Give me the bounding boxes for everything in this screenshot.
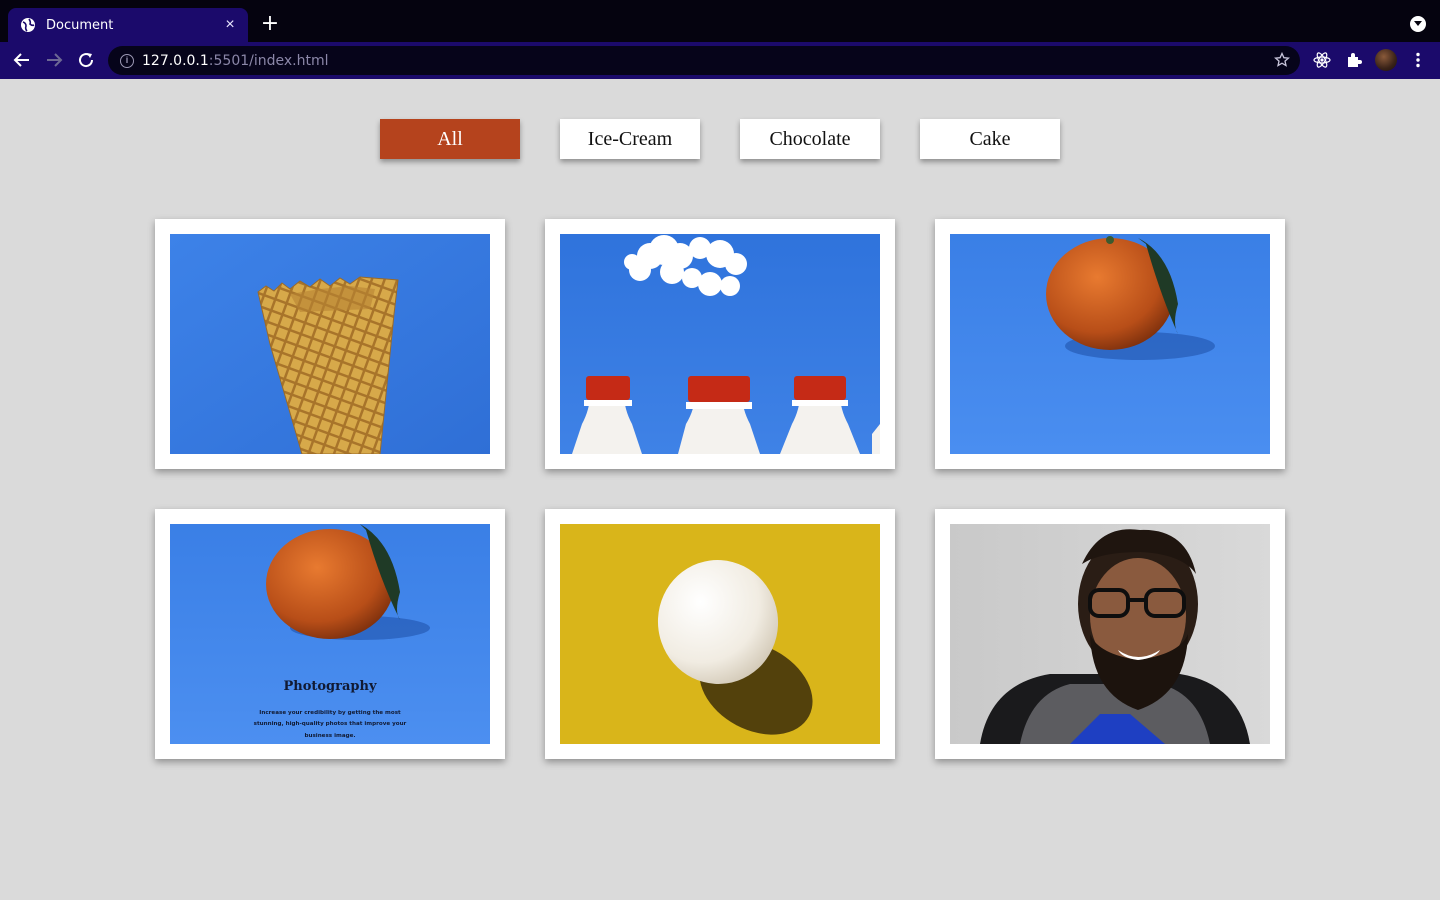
filter-chocolate-button[interactable]: Chocolate <box>740 119 880 159</box>
avatar[interactable] <box>1375 49 1397 71</box>
tab-search-icon[interactable] <box>1410 16 1426 32</box>
address-bar[interactable]: i 127.0.0.1:5501/index.html <box>108 46 1300 75</box>
globe-icon <box>20 17 36 33</box>
gallery-grid: Photography Increase your credibility by… <box>155 219 1285 759</box>
browser-toolbar: i 127.0.0.1:5501/index.html <box>0 42 1440 79</box>
tangerine-image <box>950 234 1270 454</box>
poster-heading: Photography <box>283 679 376 694</box>
reload-icon[interactable] <box>74 48 98 72</box>
gallery-card[interactable] <box>935 509 1285 759</box>
filter-ice-cream-button[interactable]: Ice-Cream <box>560 119 700 159</box>
close-icon[interactable]: × <box>222 17 238 33</box>
star-icon[interactable] <box>1274 51 1290 68</box>
gallery-card[interactable] <box>935 219 1285 469</box>
milk-bottles-image <box>560 234 880 454</box>
filter-all-button[interactable]: All <box>380 119 520 159</box>
gallery-card[interactable] <box>155 219 505 469</box>
info-icon[interactable]: i <box>120 53 134 68</box>
browser-tab-strip: Document × + <box>0 0 1440 42</box>
back-icon[interactable] <box>10 48 34 72</box>
react-devtools-icon[interactable] <box>1313 51 1331 69</box>
url-text: 127.0.0.1:5501/index.html <box>142 52 329 69</box>
filter-bar: All Ice-Cream Chocolate Cake <box>380 119 1060 159</box>
tab-title: Document <box>46 17 114 33</box>
browser-tab[interactable]: Document × <box>8 8 248 42</box>
portrait-image <box>950 524 1270 744</box>
filter-cake-button[interactable]: Cake <box>920 119 1060 159</box>
poster-text-line: business image. <box>304 733 355 739</box>
poster-text-line: stunning, high-quality photos that impro… <box>254 721 407 727</box>
poster-text-line: Increase your credibility by getting the… <box>259 710 401 716</box>
photography-poster-image: Photography Increase your credibility by… <box>170 524 490 744</box>
gallery-card[interactable] <box>545 509 895 759</box>
extensions-icon[interactable] <box>1345 51 1363 69</box>
gallery-card[interactable]: Photography Increase your credibility by… <box>155 509 505 759</box>
more-icon[interactable] <box>1409 51 1427 69</box>
plus-icon[interactable]: + <box>258 12 282 36</box>
forward-icon[interactable] <box>42 48 66 72</box>
waffle-cone-image <box>170 234 490 454</box>
gallery-card[interactable] <box>545 219 895 469</box>
egg-image <box>560 524 880 744</box>
